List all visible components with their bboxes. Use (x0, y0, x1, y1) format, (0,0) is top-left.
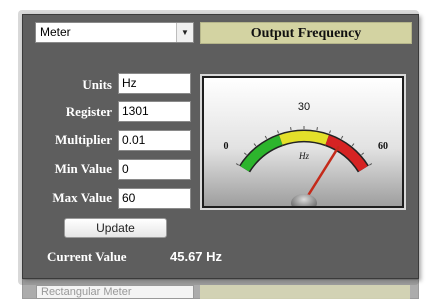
multiplier-label: Multiplier (54, 132, 112, 147)
meter-tick (316, 127, 318, 131)
widget-type-select[interactable]: Meter ▼ (35, 22, 194, 43)
current-value: 45.67 Hz (170, 249, 223, 264)
meter-unit-label: Hz (298, 151, 309, 161)
multiplier-input[interactable]: 0.01 (118, 130, 191, 151)
register-input[interactable]: 1301 (118, 101, 191, 122)
update-button[interactable]: Update (64, 218, 167, 238)
meter-zone-1 (279, 131, 329, 145)
meter-min-label: 0 (224, 141, 229, 152)
analog-meter: 0 30 60 Hz (200, 74, 406, 210)
register-label: Register (65, 104, 112, 119)
max-value-input[interactable]: 60 (118, 188, 191, 209)
chevron-down-icon[interactable]: ▼ (176, 23, 193, 42)
current-value-label: Current Value (47, 249, 127, 264)
meter-tick (290, 127, 292, 131)
meter-max-label: 60 (378, 141, 388, 152)
min-value-input[interactable]: 0 (118, 159, 191, 180)
meter-mid-label: 30 (298, 101, 310, 113)
meter-gauge: 0 30 60 Hz (204, 78, 402, 206)
min-value-label: Min Value (54, 161, 112, 176)
widget-title: Output Frequency (200, 22, 412, 44)
max-value-label: Max Value (52, 190, 112, 205)
units-label: Units (82, 77, 112, 92)
widget-type-value: Meter (40, 25, 71, 39)
units-input[interactable]: Hz (118, 73, 191, 94)
